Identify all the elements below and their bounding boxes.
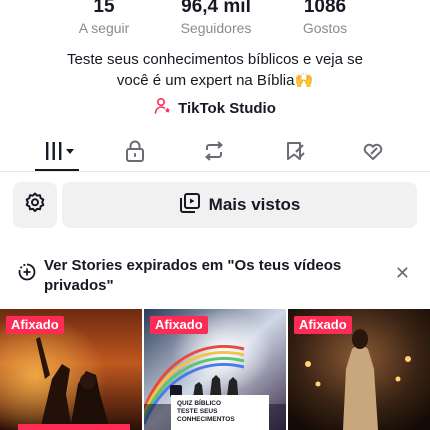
tiktok-studio-link[interactable]: TikTok Studio [0,97,430,120]
tab-videos[interactable] [29,136,89,170]
video-thumbnail-1[interactable]: Afixado [0,309,142,430]
quiz-card-line-2: TESTE SEUS [177,408,218,415]
sort-most-viewed-button[interactable]: Mais vistos [62,182,417,228]
quiz-card: QUIZ BÍBLICO TESTE SEUS CONHECIMENTOS [171,395,269,430]
sort-label: Mais vistos [208,195,301,214]
video-grid: Afixado Afixado QUIZ BÍBLICO TESTE SEUS … [0,309,430,430]
pinned-badge: Afixado [6,316,64,334]
bio-line-2: você é um expert na Bíblia🙌 [116,72,314,89]
video-thumbnail-3[interactable]: Afixado [288,309,430,430]
active-tab-indicator [35,169,79,171]
tab-favorites[interactable] [265,136,325,170]
bio-line-1: Teste seus conhecimentos bíblicos e veja… [67,51,363,68]
quiz-card-line-3: CONHECIMENTOS [177,416,235,423]
following-label: A seguir [78,20,130,36]
tab-reposts[interactable] [184,136,244,170]
stat-following[interactable]: 15 A seguir [49,0,159,37]
likes-label: Gostos [302,20,348,36]
profile-bio: Teste seus conhecimentos bíblicos e veja… [20,49,410,91]
likes-count: 1086 [303,0,347,17]
bookmark-icon [283,139,307,168]
stat-likes[interactable]: 1086 Gostos [270,0,380,37]
close-banner-button[interactable]: ✕ [395,264,410,282]
add-story-icon [18,263,36,286]
quiz-card-line-1: QUIZ BÍBLICO [177,400,222,407]
heart-icon [361,139,385,168]
pinned-badge: Afixado [150,316,208,334]
pinned-badge: Afixado [294,316,352,334]
filter-settings-button[interactable] [13,182,57,228]
tab-liked[interactable] [343,136,403,170]
sort-row: Mais vistos [0,182,430,228]
studio-person-icon [154,97,172,120]
followers-count: 96,4 mil [181,0,251,17]
profile-tabs [0,136,430,172]
play-stack-icon [179,192,201,219]
following-count: 15 [93,0,115,17]
banner-text: Ver Stories expirados em "Os teus vídeos… [44,257,342,294]
grid-bars-icon [42,140,76,167]
lock-icon [124,139,146,168]
video-thumbnail-2[interactable]: Afixado QUIZ BÍBLICO TESTE SEUS CONHECIM… [144,309,286,430]
expired-stories-banner[interactable]: Ver Stories expirados em "Os teus vídeos… [0,254,430,296]
stat-followers[interactable]: 96,4 mil Seguidores [161,0,271,37]
followers-label: Seguidores [180,20,252,36]
gear-icon [23,191,47,220]
repost-icon [202,139,226,168]
tab-private[interactable] [105,136,165,170]
profile-stats: 15 A seguir 96,4 mil Seguidores 1086 Gos… [0,0,430,38]
studio-label: TikTok Studio [178,100,276,117]
